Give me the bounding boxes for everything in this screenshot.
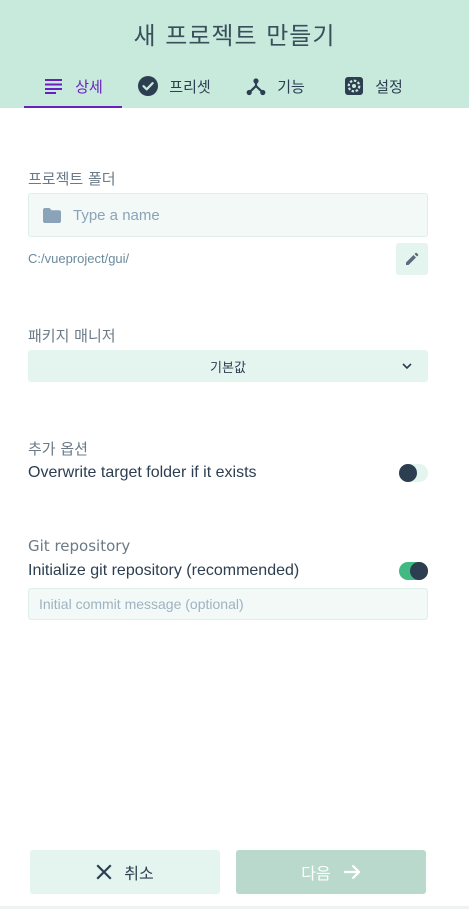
package-manager-select[interactable]: 기본값 [28, 350, 428, 382]
init-git-toggle[interactable] [399, 562, 428, 580]
arrow-right-icon [343, 864, 361, 880]
tab-bar: 상세 프리셋 기능 설정 [24, 64, 422, 108]
gear-icon [343, 75, 365, 97]
header: 새 프로젝트 만들기 상세 프리셋 기능 설정 [0, 0, 469, 108]
folder-path: C:/vueproject/gui/ [28, 251, 130, 266]
folder-icon [43, 204, 65, 226]
tab-label: 상세 [75, 77, 103, 96]
package-manager-value: 기본값 [210, 360, 246, 376]
next-button[interactable]: 다음 [236, 850, 426, 894]
tab-settings[interactable]: 설정 [324, 64, 422, 108]
overwrite-option-text: Overwrite target folder if it exists [28, 464, 257, 481]
overwrite-toggle[interactable] [399, 464, 428, 482]
git-repository-label: Git repository [28, 537, 131, 555]
toggle-knob [410, 562, 428, 580]
pencil-icon [405, 252, 419, 266]
package-manager-label: 패키지 매니저 [28, 327, 116, 345]
project-folder-label: 프로젝트 폴더 [28, 170, 116, 188]
fork-icon [245, 75, 267, 97]
tab-label: 프리셋 [169, 77, 211, 96]
commit-message-input[interactable] [39, 596, 419, 612]
additional-options-label: 추가 옵션 [28, 440, 88, 458]
cancel-label: 취소 [124, 864, 154, 883]
tab-details[interactable]: 상세 [24, 64, 122, 108]
commit-message-field[interactable] [28, 588, 428, 620]
details-list-icon [43, 75, 65, 97]
tab-label: 기능 [277, 77, 305, 96]
tab-label: 설정 [375, 77, 403, 96]
project-name-input[interactable] [73, 206, 403, 224]
tab-presets[interactable]: 프리셋 [122, 64, 226, 108]
chevron-down-icon [400, 359, 414, 373]
page-title: 새 프로젝트 만들기 [133, 22, 336, 50]
toggle-knob [399, 464, 417, 482]
edit-path-button[interactable] [396, 243, 428, 275]
close-icon [96, 864, 112, 880]
tab-features[interactable]: 기능 [226, 64, 324, 108]
check-circle-icon [137, 75, 159, 97]
cancel-button[interactable]: 취소 [30, 850, 220, 894]
init-git-text: Initialize git repository (recommended) [28, 562, 300, 579]
project-folder-field[interactable] [28, 193, 428, 237]
next-label: 다음 [301, 864, 331, 883]
